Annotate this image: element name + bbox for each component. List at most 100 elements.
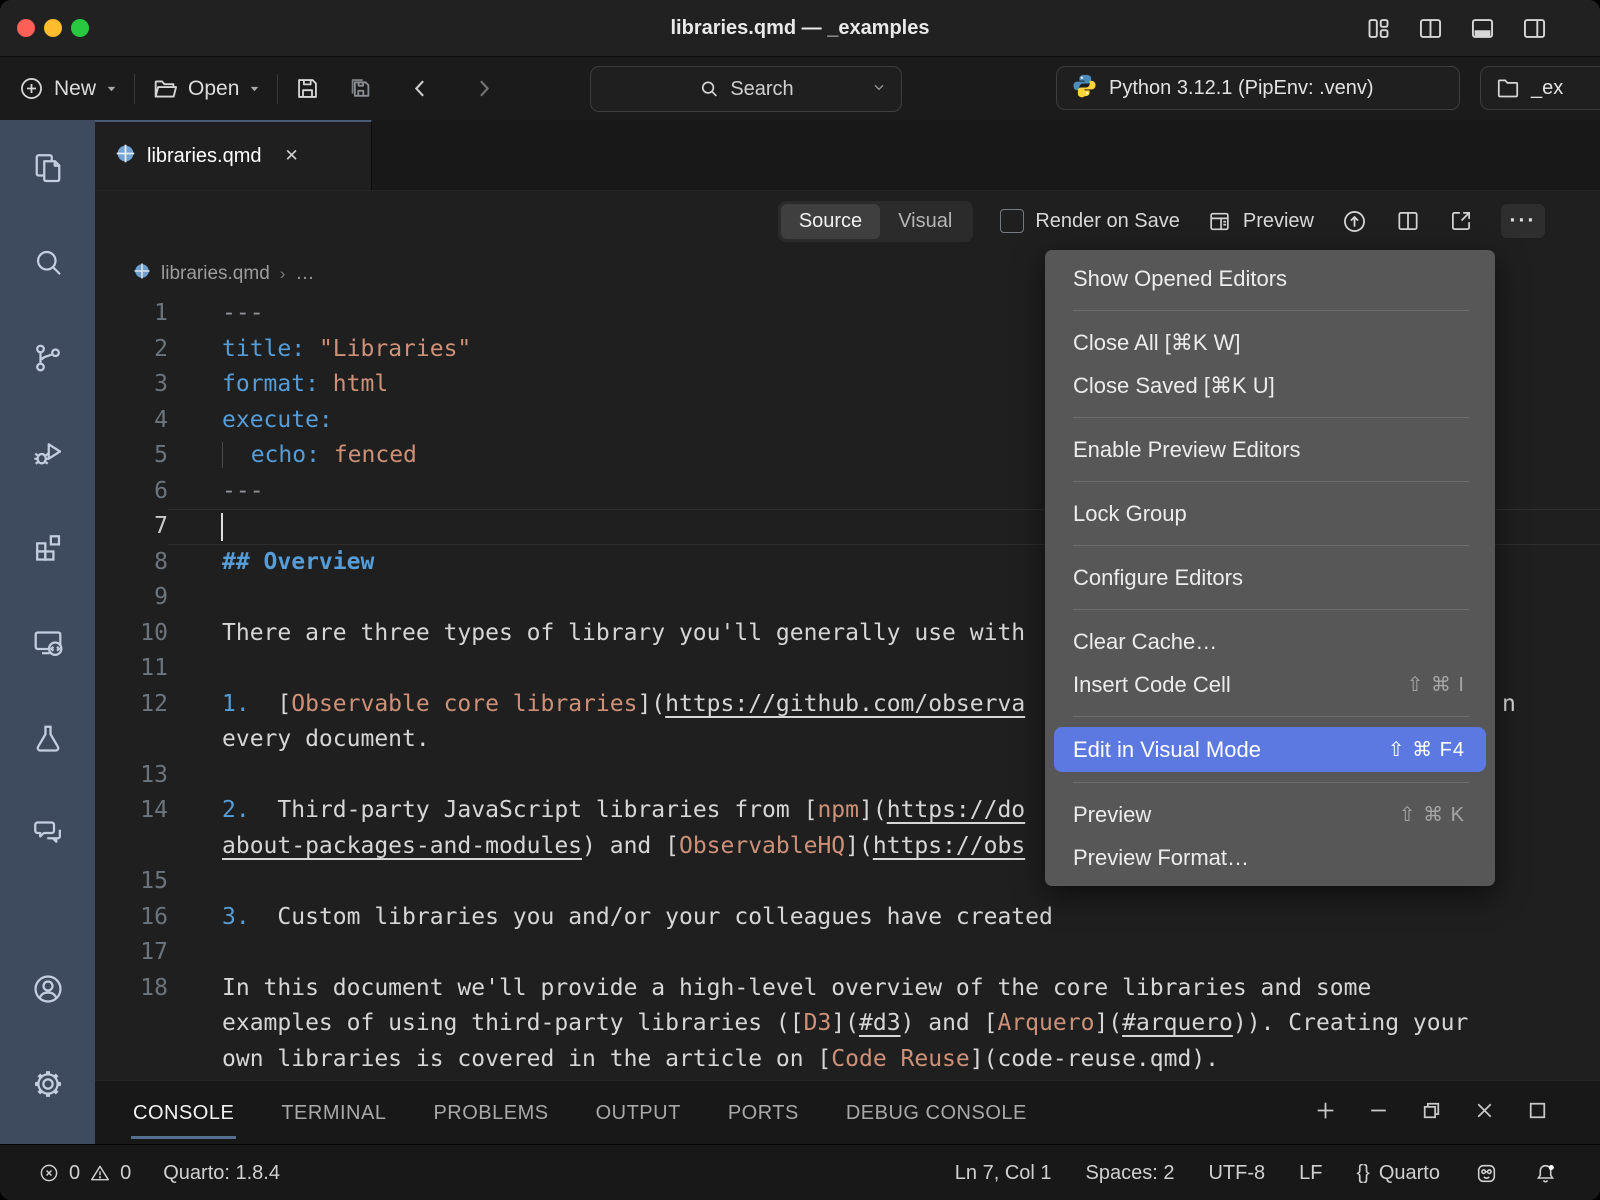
menu-item-close-all-k-w[interactable]: Close All [⌘K W] [1045,321,1495,364]
code-token: ObservableHQ [679,833,845,859]
quarto-version[interactable]: Quarto: 1.8.4 [163,1162,280,1185]
code-token: "Libraries" [319,336,471,362]
interpreter-selector[interactable]: Python 3.12.1 (PipEnv: .venv) [1056,66,1460,110]
explorer-icon[interactable] [0,120,95,215]
comments-icon[interactable] [0,785,95,880]
panel-tab-ports[interactable]: PORTS [728,1081,799,1145]
open-in-new-window-icon[interactable] [1448,208,1474,234]
link-text[interactable]: about-packages-and-modules [222,833,582,859]
code-token [305,336,319,362]
navigate-forward-icon[interactable] [471,76,496,101]
menu-separator [1073,310,1469,311]
panel-tab-problems[interactable]: PROBLEMS [433,1081,548,1145]
quarto-file-icon [133,262,151,286]
source-control-icon[interactable] [0,310,95,405]
code-token: Custom libraries you and/or your colleag… [250,904,1053,930]
menu-item-close-saved-k-u[interactable]: Close Saved [⌘K U] [1045,364,1495,407]
code-token: ) and [ [582,833,679,859]
menu-item-lock-group[interactable]: Lock Group [1045,492,1495,535]
chevron-down-icon [248,77,261,101]
save-icon[interactable] [294,75,321,102]
more-actions-button[interactable]: ··· [1501,204,1545,238]
open-button[interactable]: Open [151,75,261,103]
menu-item-show-opened-editors[interactable]: Show Opened Editors [1045,257,1495,300]
link-text[interactable]: #arquero [1122,1010,1233,1036]
line-number: 4 [95,403,168,439]
active-tab-underline [131,1136,236,1140]
menu-item-preview-format[interactable]: Preview Format… [1045,836,1495,879]
preview-document-icon [1207,209,1232,234]
problems-indicator[interactable]: 0 0 [38,1162,131,1185]
search-input[interactable]: Search [590,66,902,112]
tab-libraries-qmd[interactable]: libraries.qmd ✕ [95,120,372,190]
line-number [95,722,168,758]
render-on-save-checkbox[interactable] [1000,209,1024,233]
folder-icon [1495,75,1521,101]
menu-item-edit-in-visual-mode[interactable]: Edit in Visual Mode⇧ ⌘ F4 [1054,727,1486,772]
errors-icon [38,1162,60,1184]
link-text[interactable]: #d3 [859,1010,901,1036]
source-mode-button[interactable]: Source [781,204,880,239]
toggle-panel-icon[interactable] [1469,15,1496,42]
navigate-back-icon[interactable] [408,76,433,101]
panel-tab-console[interactable]: CONSOLE [133,1081,234,1145]
add-console-icon[interactable] [1313,1098,1338,1128]
menu-item-shortcut: ⇧ ⌘ K [1399,802,1465,827]
breadcrumb-file[interactable]: libraries.qmd [161,263,270,285]
workspace-selector[interactable]: _ex [1480,66,1600,110]
new-button[interactable]: New [18,75,118,102]
toolbar-divider [134,74,135,104]
menu-item-label: Close Saved [⌘K U] [1073,373,1275,399]
code-token: npm [817,797,859,823]
toggle-secondary-sidebar-icon[interactable] [1521,15,1548,42]
line-number: 7 [95,509,168,545]
menu-item-preview[interactable]: Preview⇧ ⌘ K [1045,793,1495,836]
link-text[interactable]: https://obs [873,833,1025,859]
publish-icon[interactable] [1341,208,1368,235]
cursor-position[interactable]: Ln 7, Col 1 [955,1162,1052,1185]
run-debug-icon[interactable] [0,405,95,500]
menu-item-enable-preview-editors[interactable]: Enable Preview Editors [1045,428,1495,471]
close-panel-icon[interactable] [1472,1098,1497,1128]
panel-tab-output[interactable]: OUTPUT [596,1081,681,1145]
visual-mode-button[interactable]: Visual [880,204,970,239]
save-all-icon[interactable] [347,75,374,102]
minimize-panel-icon[interactable] [1366,1098,1391,1128]
code-token: ## Overview [222,549,374,575]
preview-button[interactable]: Preview [1207,209,1314,234]
encoding[interactable]: UTF-8 [1208,1162,1265,1185]
split-editor-icon[interactable] [1417,15,1444,42]
maximize-panel-icon[interactable] [1525,1098,1550,1128]
panel-tab-terminal[interactable]: TERMINAL [281,1081,386,1145]
close-tab-icon[interactable]: ✕ [284,146,298,166]
feedback-smiley-icon[interactable] [1474,1161,1499,1186]
menu-item-clear-cache[interactable]: Clear Cache… [1045,620,1495,663]
chevron-down-icon[interactable] [871,78,887,101]
code-text: examples of using third-party libraries … [168,1006,1600,1042]
link-text[interactable]: https://github.com/observa [665,691,1025,717]
remote-explorer-icon[interactable] [0,595,95,690]
breadcrumb-more[interactable]: … [295,263,314,285]
notifications-bell-icon[interactable] [1533,1161,1558,1186]
search-icon[interactable] [0,215,95,310]
language-mode[interactable]: {} Quarto [1356,1162,1440,1185]
split-editor-icon[interactable] [1395,208,1421,234]
menu-item-label: Show Opened Editors [1073,266,1287,292]
link-text[interactable]: https://do [887,797,1025,823]
restore-panel-icon[interactable] [1419,1098,1444,1128]
extensions-icon[interactable] [0,500,95,595]
panel-tab-debug-console[interactable]: DEBUG CONSOLE [846,1081,1027,1145]
code-token: html [333,371,388,397]
account-icon[interactable] [0,941,95,1036]
title-bar: libraries.qmd — _examples [0,0,1600,57]
customize-layout-icon[interactable] [1365,15,1392,42]
settings-gear-icon[interactable] [0,1036,95,1131]
code-token: Third-party JavaScript libraries from [ [250,797,818,823]
menu-item-configure-editors[interactable]: Configure Editors [1045,556,1495,599]
eol-sequence[interactable]: LF [1299,1162,1322,1185]
error-count: 0 [69,1162,80,1185]
indentation[interactable]: Spaces: 2 [1086,1162,1175,1185]
panel-tab-label: CONSOLE [133,1102,234,1125]
menu-item-insert-code-cell[interactable]: Insert Code Cell⇧ ⌘ I [1045,663,1495,706]
testing-icon[interactable] [0,690,95,785]
